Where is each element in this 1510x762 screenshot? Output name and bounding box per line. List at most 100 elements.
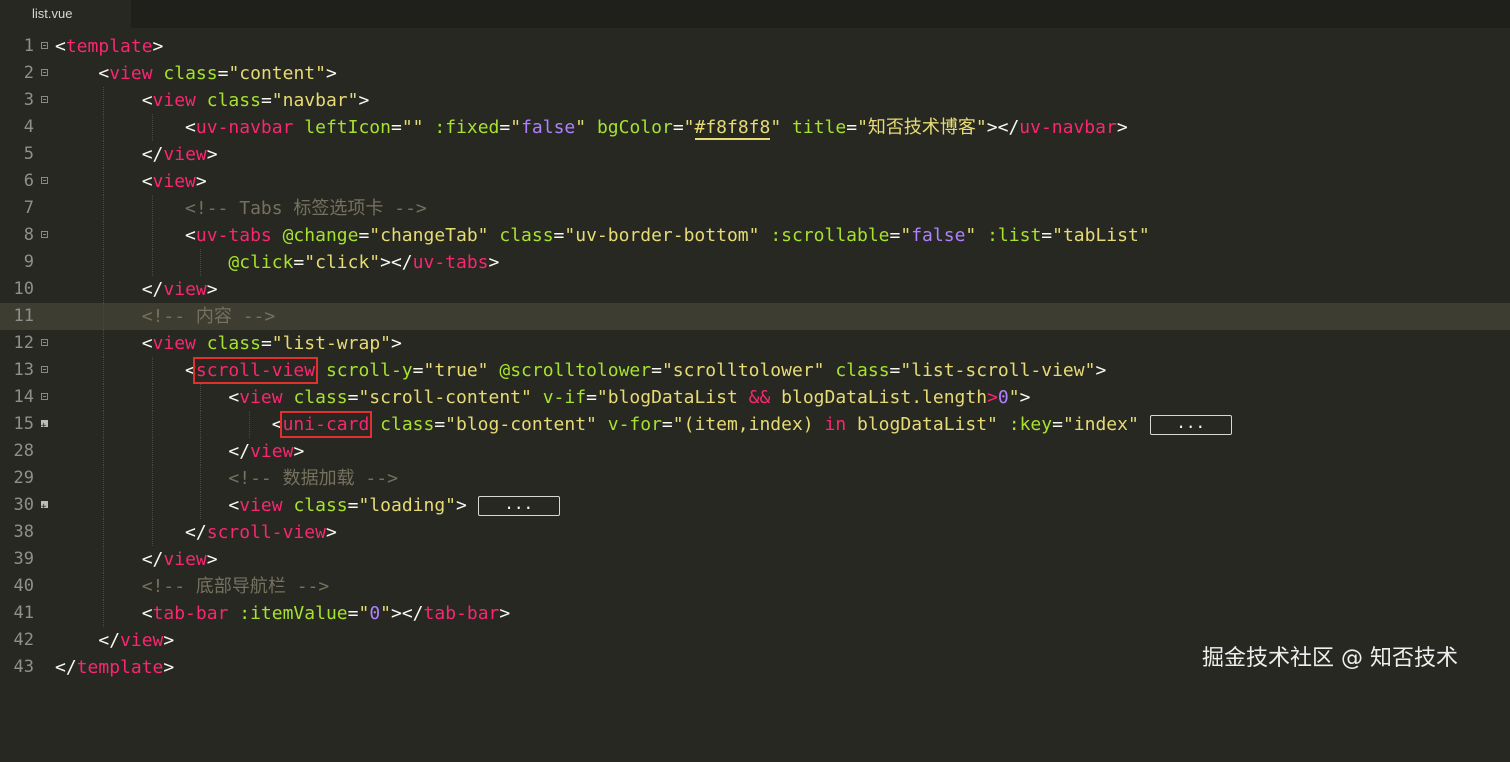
number: 0 (997, 387, 1009, 408)
fold-open-icon[interactable] (41, 177, 48, 184)
line-number: 5 (23, 144, 34, 164)
attr-value: "changeTab" (369, 225, 489, 246)
fold-open-icon[interactable] (41, 69, 48, 76)
attr-value: "content" (228, 63, 326, 84)
attr-name: class (380, 414, 435, 435)
code-line-5[interactable]: 5 </view> (0, 141, 1510, 168)
fold-open-icon[interactable] (41, 96, 48, 103)
code-line-9[interactable]: 9 @click="click"></uv-tabs> (0, 249, 1510, 276)
line-number: 41 (13, 603, 34, 623)
code-line-3[interactable]: 3 <view class="navbar"> (0, 87, 1510, 114)
attr-value: "blog-content" (445, 414, 597, 435)
attr-value: "true" (423, 360, 489, 381)
attr-value: "uv-border-bottom" (564, 225, 760, 246)
folded-region-button[interactable]: ... (1149, 415, 1232, 435)
attr-name: @scrolltolower (499, 360, 652, 381)
code-line-2[interactable]: 2 <view class="content"> (0, 60, 1510, 87)
keyword: in (824, 414, 847, 435)
fold-closed-icon[interactable] (41, 413, 48, 440)
code-line-11[interactable]: 11 <!-- 内容 --> (0, 303, 1510, 330)
tag-name: scroll-view (206, 522, 326, 543)
comment: <!-- 底部导航栏 --> (141, 576, 330, 597)
attr-value: blogDataList.length (770, 387, 988, 408)
line-number: 4 (23, 117, 34, 137)
line-number: 30 (13, 495, 34, 515)
line-number: 38 (13, 522, 34, 542)
tag-name: view (120, 630, 164, 651)
number: 0 (369, 603, 381, 624)
attr-name: @click (228, 252, 294, 273)
fold-open-icon[interactable] (41, 42, 48, 49)
code-line-12[interactable]: 12 <view class="list-wrap"> (0, 330, 1510, 357)
line-number: 1 (23, 36, 34, 56)
code-line-1[interactable]: 1 <template> (0, 33, 1510, 60)
attr-value: false (521, 117, 576, 138)
tab-list-vue[interactable]: list.vue (0, 0, 131, 28)
code-line-40[interactable]: 40 <!-- 底部导航栏 --> (0, 573, 1510, 600)
line-number: 15 (13, 414, 34, 434)
tag-name: view (152, 171, 196, 192)
quote: " (575, 117, 587, 138)
folded-region-button[interactable]: ... (477, 496, 560, 516)
attr-name: class (293, 387, 348, 408)
punct: < (55, 36, 66, 57)
code-line-6[interactable]: 6 <view> (0, 168, 1510, 195)
tab-bar: list.vue (0, 0, 1510, 28)
comment: <!-- 数据加载 --> (228, 468, 398, 489)
code-line-30[interactable]: 30 <view class="loading"> ... (0, 492, 1510, 521)
code-line-29[interactable]: 29 <!-- 数据加载 --> (0, 465, 1510, 492)
line-number: 6 (23, 171, 34, 191)
attr-value: "blogDataList (596, 387, 749, 408)
attr-value: "loading" (358, 495, 457, 516)
code-line-41[interactable]: 41 <tab-bar :itemValue="0"></tab-bar> (0, 600, 1510, 627)
code-line-28[interactable]: 28 </view> (0, 438, 1510, 465)
line-number: 8 (23, 225, 34, 245)
attr-name: class (163, 63, 218, 84)
attr-name: :itemValue (239, 603, 348, 624)
operator: && (748, 387, 771, 408)
attr-value: false (911, 225, 966, 246)
line-number: 29 (13, 468, 34, 488)
code-editor[interactable]: 1 <template> 2 <view class="content"> 3 … (0, 33, 1510, 693)
code-line-39[interactable]: 39 </view> (0, 546, 1510, 573)
attr-name: @change (282, 225, 359, 246)
color-value: #f8f8f8 (694, 117, 771, 140)
tag-name: view (239, 495, 283, 516)
tag-name: template (65, 36, 153, 57)
attr-name: class (206, 333, 261, 354)
code-line-38[interactable]: 38 </scroll-view> (0, 519, 1510, 546)
comment: <!-- Tabs 标签选项卡 --> (185, 198, 427, 219)
line-number: 12 (13, 333, 34, 353)
tag-name: uv-tabs (412, 252, 489, 273)
line-number: 13 (13, 360, 34, 380)
operator: > (987, 387, 998, 408)
code-line-14[interactable]: 14 <view class="scroll-content" v-if="bl… (0, 384, 1510, 411)
code-line-8[interactable]: 8 <uv-tabs @change="changeTab" class="uv… (0, 222, 1510, 249)
attr-name: scroll-y (325, 360, 413, 381)
code-line-7[interactable]: 7 <!-- Tabs 标签选项卡 --> (0, 195, 1510, 222)
attr-value: "click" (304, 252, 381, 273)
line-number: 9 (23, 252, 34, 272)
quote: " (380, 603, 391, 624)
quote: " (358, 603, 370, 624)
tag-name: view (250, 441, 294, 462)
fold-closed-icon[interactable] (41, 494, 48, 521)
attr-value: "list-wrap" (271, 333, 391, 354)
line-number: 3 (23, 90, 34, 110)
line-number: 28 (13, 441, 34, 461)
code-line-4[interactable]: 4 <uv-navbar leftIcon="" :fixed="false" … (0, 114, 1510, 141)
tag-name: tab-bar (152, 603, 229, 624)
line-number: 11 (13, 306, 34, 326)
code-line-13[interactable]: 13 <scroll-view scroll-y="true" @scrollt… (0, 357, 1510, 384)
fold-open-icon[interactable] (41, 231, 48, 238)
code-line-15[interactable]: 15 <uni-card class="blog-content" v-for=… (0, 411, 1510, 440)
quote: " (1008, 387, 1020, 408)
tag-name: view (163, 144, 207, 165)
watermark: 掘金技术社区 @ 知否技术 (1202, 646, 1458, 671)
fold-open-icon[interactable] (41, 366, 48, 373)
tag-name: uv-tabs (195, 225, 272, 246)
code-line-10[interactable]: 10 </view> (0, 276, 1510, 303)
line-number: 42 (13, 630, 34, 650)
fold-open-icon[interactable] (41, 339, 48, 346)
fold-open-icon[interactable] (41, 393, 48, 400)
